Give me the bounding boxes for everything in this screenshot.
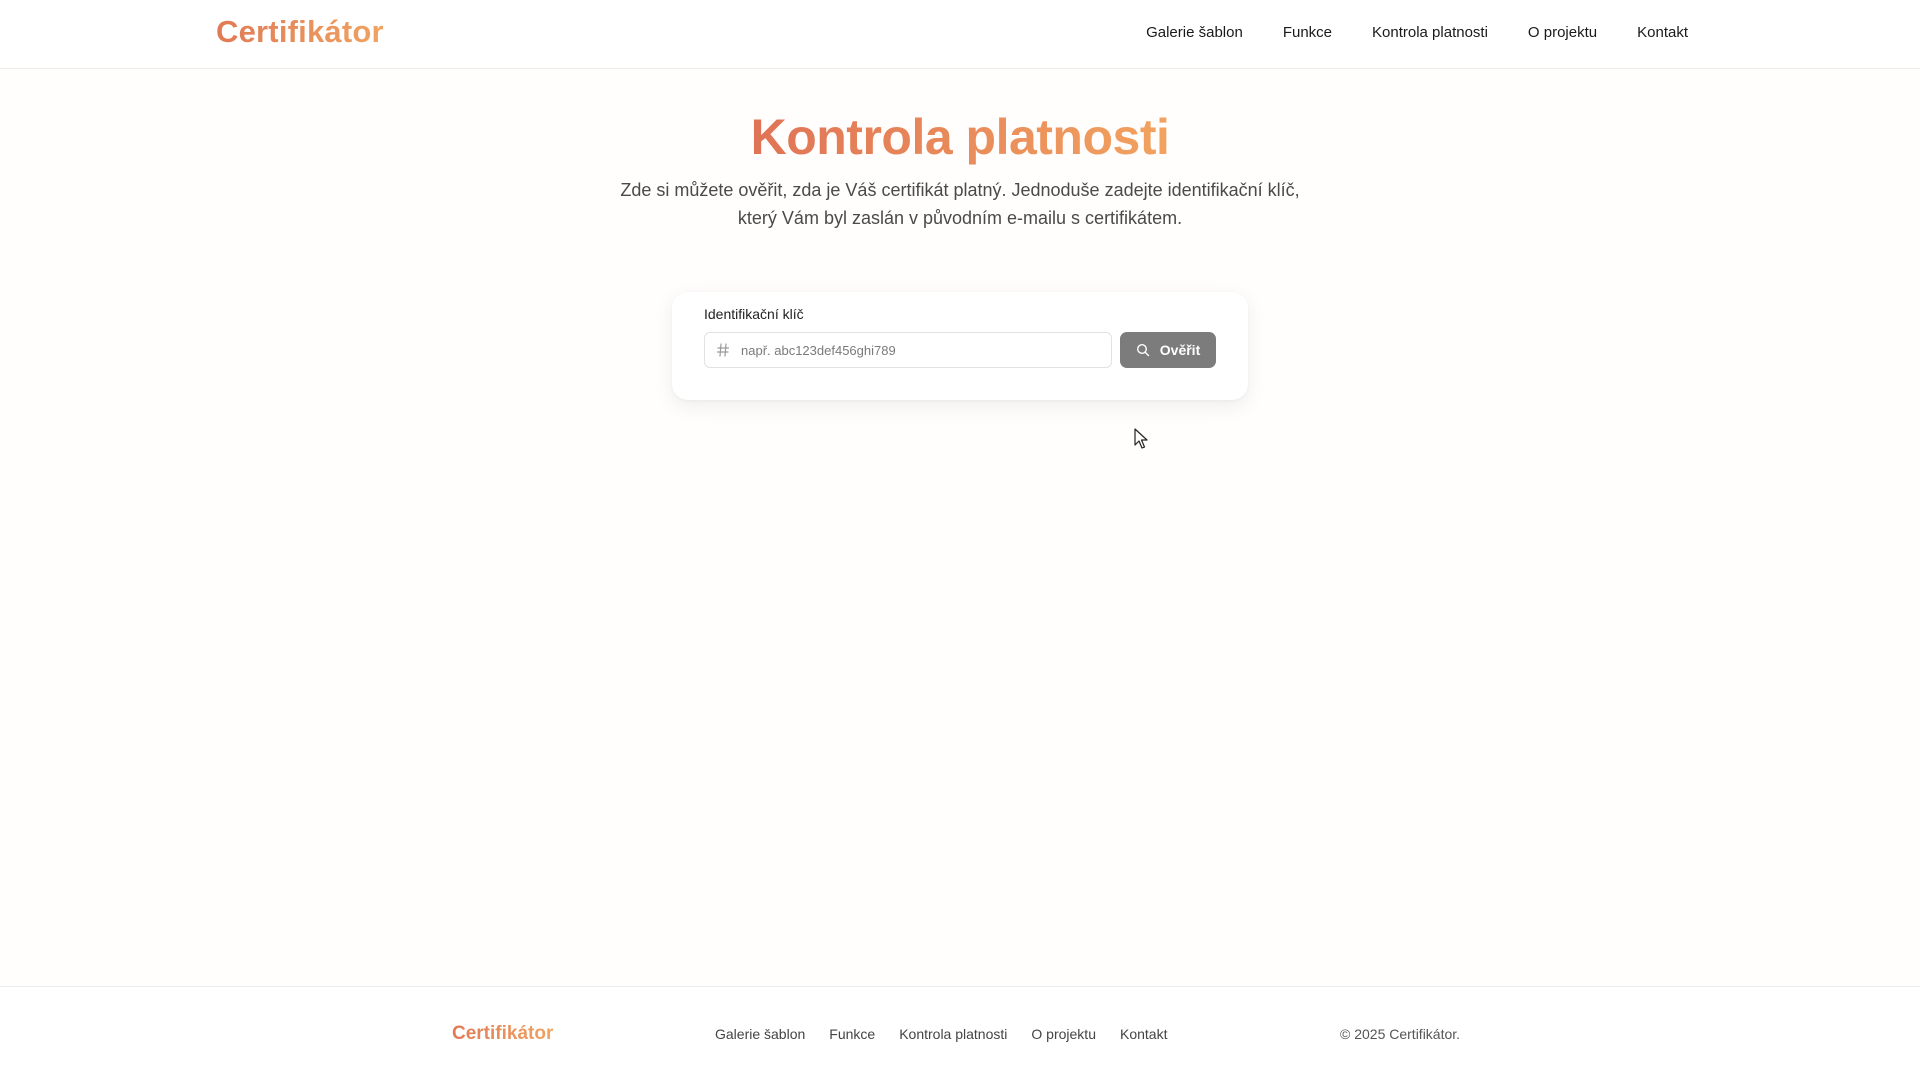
page-description: Zde si můžete ověřit, zda je Váš certifi… bbox=[620, 180, 1300, 228]
site-footer: Certifikátor Galerie šablon Funkce Kontr… bbox=[0, 986, 1920, 1080]
id-key-input[interactable] bbox=[741, 333, 1101, 367]
footer-link-contact[interactable]: Kontakt bbox=[1120, 1026, 1167, 1042]
page-title: Kontrola platnosti bbox=[0, 108, 1920, 166]
page: Certifikátor Galerie šablon Funkce Kontr… bbox=[0, 0, 1920, 1080]
search-icon bbox=[1136, 343, 1150, 357]
verify-button[interactable]: Ověřit bbox=[1120, 332, 1216, 368]
copyright-text: © 2025 Certifikátor. bbox=[1340, 1026, 1461, 1042]
page-title-text: Kontrola platnosti bbox=[750, 109, 1170, 165]
verify-button-label: Ověřit bbox=[1159, 342, 1201, 358]
nav-link-validity-check[interactable]: Kontrola platnosti bbox=[1372, 24, 1488, 41]
footer-link-features[interactable]: Funkce bbox=[829, 1026, 875, 1042]
verification-card: Identifikační klíč Ověřit bbox=[672, 292, 1248, 400]
nav-link-gallery[interactable]: Galerie šablon bbox=[1146, 24, 1243, 41]
site-logo[interactable]: Certifikátor bbox=[216, 14, 384, 50]
footer-link-validity-check[interactable]: Kontrola platnosti bbox=[899, 1026, 1007, 1042]
hash-icon bbox=[716, 341, 730, 359]
nav-link-features[interactable]: Funkce bbox=[1283, 24, 1332, 41]
nav-link-about[interactable]: O projektu bbox=[1528, 24, 1597, 41]
mouse-cursor-icon bbox=[1134, 428, 1150, 450]
footer-link-about[interactable]: O projektu bbox=[1031, 1026, 1096, 1042]
main-nav: Galerie šablon Funkce Kontrola platnosti… bbox=[1146, 24, 1688, 41]
footer-link-gallery[interactable]: Galerie šablon bbox=[715, 1026, 805, 1042]
id-key-field[interactable] bbox=[704, 332, 1112, 368]
footer-nav: Galerie šablon Funkce Kontrola platnosti… bbox=[715, 1026, 1167, 1042]
footer-logo[interactable]: Certifikátor bbox=[452, 1023, 553, 1045]
id-key-label: Identifikační klíč bbox=[704, 306, 804, 322]
site-header: Certifikátor Galerie šablon Funkce Kontr… bbox=[0, 0, 1920, 69]
nav-link-contact[interactable]: Kontakt bbox=[1637, 24, 1688, 41]
